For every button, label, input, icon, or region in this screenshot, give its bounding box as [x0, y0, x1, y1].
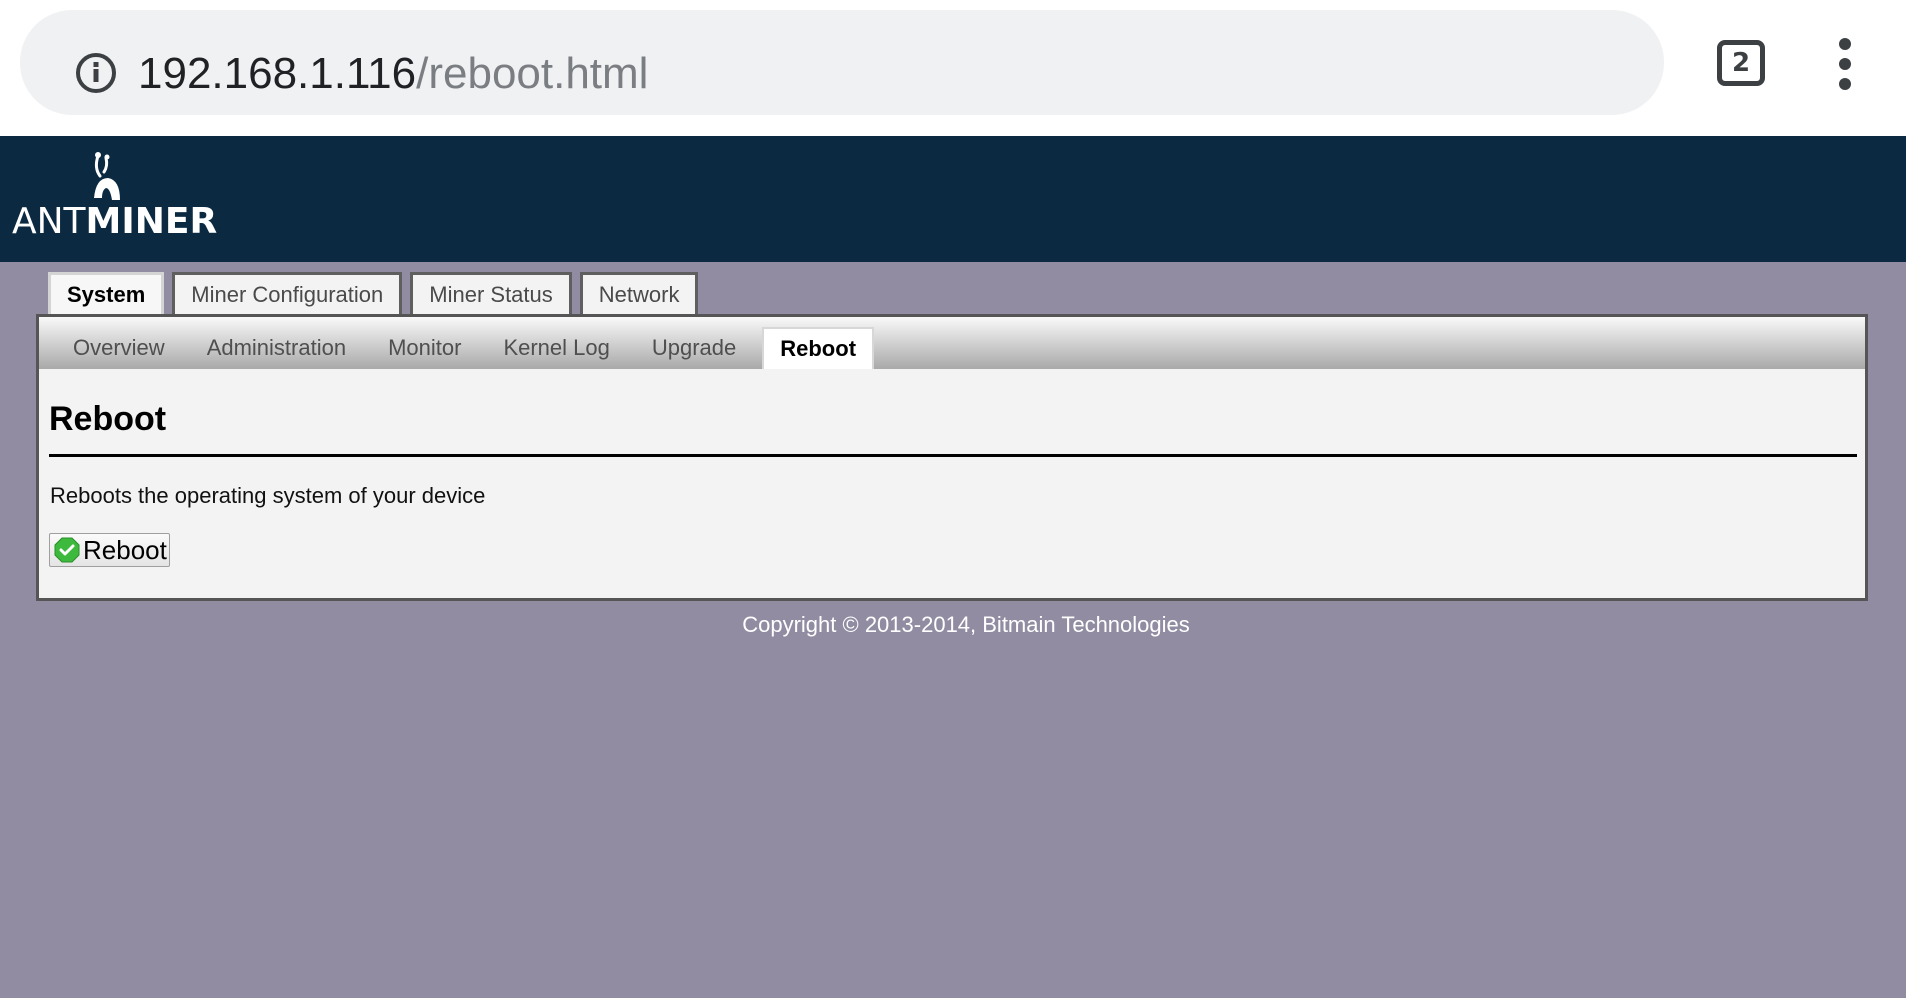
- subtab-administration[interactable]: Administration: [191, 327, 362, 369]
- subtab-overview[interactable]: Overview: [57, 327, 181, 369]
- logo-ant-text: ANT: [12, 201, 86, 242]
- sub-navigation: Overview Administration Monitor Kernel L…: [39, 317, 1865, 369]
- subtab-upgrade[interactable]: Upgrade: [636, 327, 752, 369]
- tab-network[interactable]: Network: [579, 272, 699, 316]
- tab-system[interactable]: System: [48, 272, 165, 316]
- antminer-logo[interactable]: ANTMINER: [12, 150, 217, 242]
- ant-logo-icon: [94, 152, 120, 200]
- page-header: [0, 136, 1906, 262]
- tab-miner-status[interactable]: Miner Status: [410, 272, 572, 316]
- main-tabs: System Miner Configuration Miner Status …: [48, 272, 699, 316]
- browser-toolbar: 192.168.1.116/reboot.html 2: [0, 0, 1916, 136]
- tab-miner-configuration[interactable]: Miner Configuration: [172, 272, 403, 316]
- reboot-button-label: Reboot: [83, 535, 167, 565]
- subtab-reboot[interactable]: Reboot: [762, 327, 875, 369]
- more-vert-icon[interactable]: [1830, 38, 1860, 90]
- address-bar[interactable]: 192.168.1.116/reboot.html: [20, 10, 1664, 115]
- subtab-monitor[interactable]: Monitor: [372, 327, 477, 369]
- info-icon[interactable]: [75, 52, 117, 94]
- logo-miner-text: MINER: [85, 201, 218, 242]
- check-circle-icon: [54, 537, 80, 563]
- content-panel: Overview Administration Monitor Kernel L…: [36, 314, 1868, 601]
- title-divider: [49, 454, 1857, 457]
- tab-switcher-icon[interactable]: 2: [1717, 40, 1765, 86]
- page-description: Reboots the operating system of your dev…: [50, 483, 486, 508]
- sub-tabs: Overview Administration Monitor Kernel L…: [57, 327, 884, 369]
- logo-wordmark: ANTMINER: [12, 202, 217, 242]
- scrollbar-track: [1906, 136, 1916, 998]
- url-path: /reboot.html: [416, 49, 649, 98]
- copyright-footer: Copyright © 2013-2014, Bitmain Technolog…: [742, 612, 1190, 637]
- page-title: Reboot: [49, 400, 167, 438]
- url-host: 192.168.1.116: [138, 49, 417, 98]
- url-text[interactable]: 192.168.1.116/reboot.html: [138, 46, 648, 102]
- reboot-button[interactable]: Reboot: [49, 533, 170, 567]
- subtab-kernel-log[interactable]: Kernel Log: [487, 327, 625, 369]
